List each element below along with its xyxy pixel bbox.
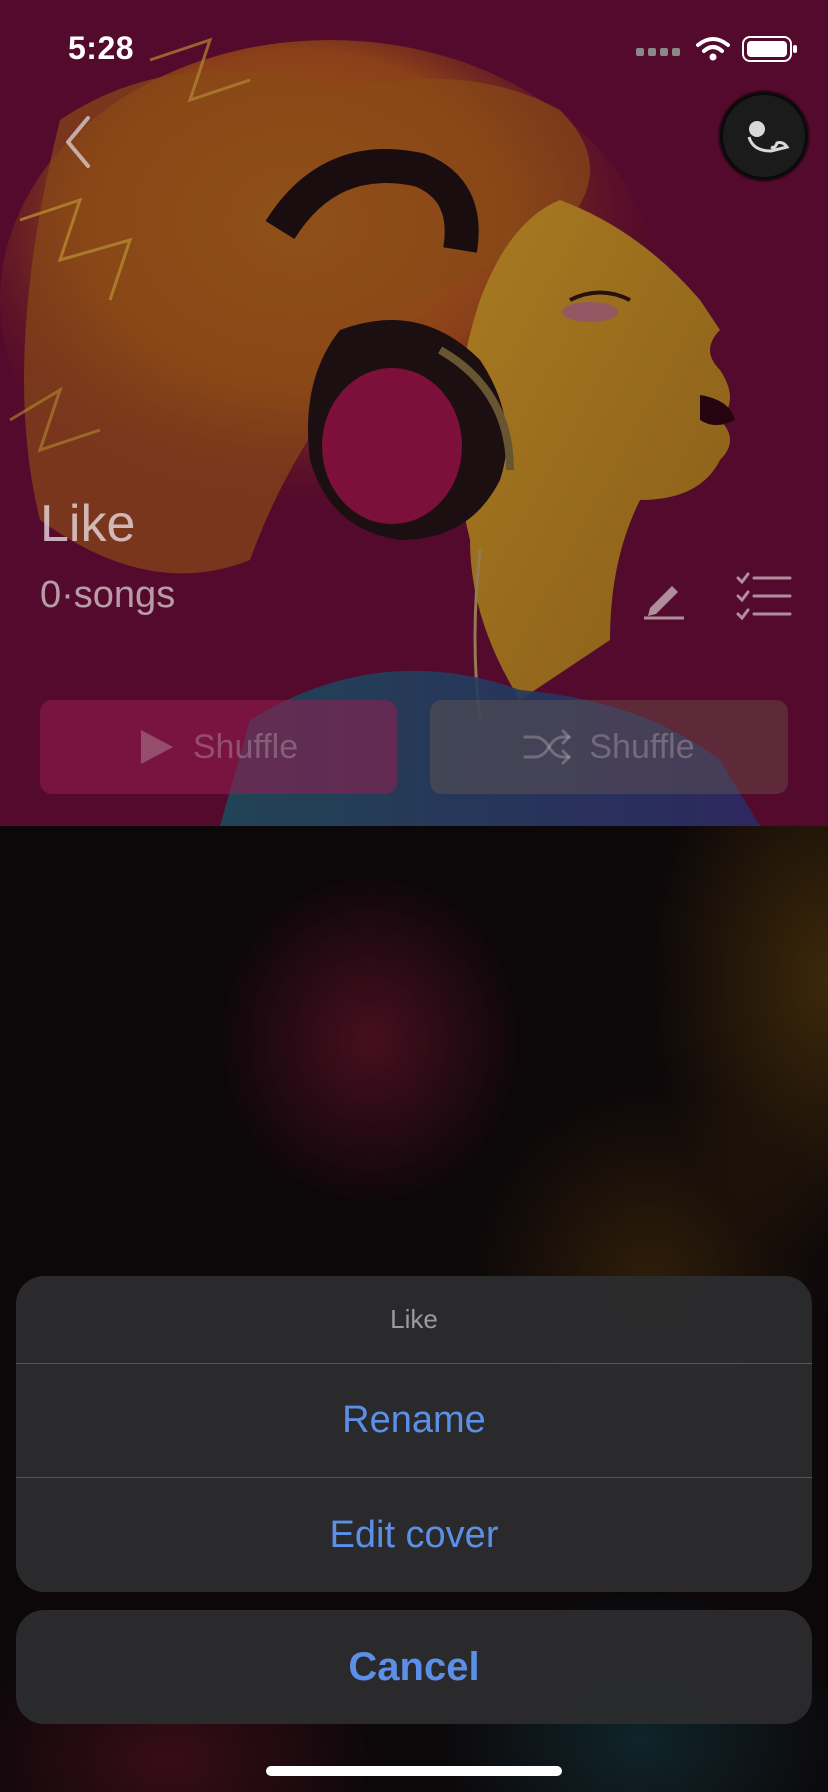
select-songs-button[interactable]: [736, 572, 792, 622]
play-button[interactable]: Shuffle: [40, 700, 397, 794]
shuffle-icon: [523, 729, 571, 765]
edit-cover-option[interactable]: Edit cover: [16, 1478, 812, 1592]
playlist-screen: 5:28 Like 0·songs Shuffle Shuffle Like R…: [0, 0, 828, 1792]
back-button[interactable]: [58, 112, 102, 172]
status-icons: [636, 36, 798, 67]
battery-icon: [742, 36, 798, 67]
chevron-left-icon: [66, 116, 90, 168]
shuffle-button[interactable]: Shuffle: [430, 700, 788, 794]
avatar-icon: [747, 121, 790, 153]
checklist-icon: [736, 572, 792, 621]
home-indicator: [266, 1766, 562, 1776]
playlist-title: Like: [40, 495, 136, 553]
shuffle-button-label: Shuffle: [589, 727, 695, 766]
play-button-label: Shuffle: [192, 727, 299, 766]
cancel-button[interactable]: Cancel: [16, 1610, 812, 1724]
action-sheet: Like Rename Edit cover: [16, 1276, 812, 1592]
status-time: 5:28: [68, 30, 135, 66]
pencil-icon: [644, 586, 684, 620]
rename-option[interactable]: Rename: [16, 1364, 812, 1478]
song-count: 0·songs: [40, 574, 176, 616]
edit-playlist-button[interactable]: [642, 576, 686, 620]
profile-avatar-button[interactable]: [720, 92, 808, 180]
action-sheet-title: Like: [16, 1276, 812, 1364]
wifi-icon: [696, 36, 730, 67]
cellular-signal-icon: [636, 42, 684, 61]
play-icon: [140, 730, 173, 764]
